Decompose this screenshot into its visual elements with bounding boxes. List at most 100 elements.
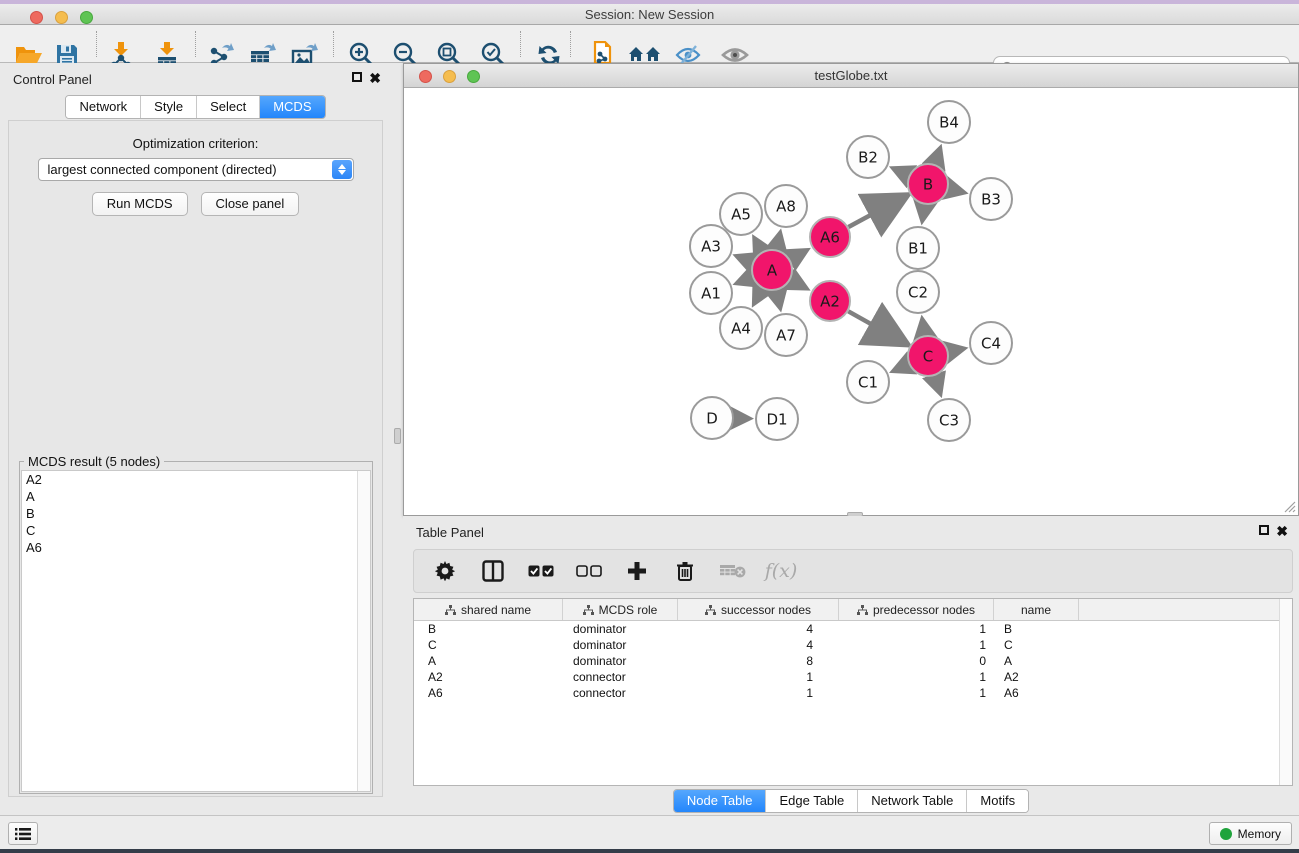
tab-network-table[interactable]: Network Table: [858, 790, 967, 812]
graph-node-B2[interactable]: B2: [847, 136, 889, 178]
apply-function-button[interactable]: f(x): [768, 558, 794, 584]
delete-table-button[interactable]: [720, 558, 746, 584]
graph-edge-C-C4[interactable]: [949, 349, 964, 352]
tab-select[interactable]: Select: [197, 96, 260, 118]
table-split-view-button[interactable]: [480, 558, 506, 584]
float-panel-button[interactable]: [352, 72, 362, 84]
select-all-columns-button[interactable]: [528, 558, 554, 584]
graph-edge-C-C3[interactable]: [935, 376, 941, 393]
cell-shared-name[interactable]: A2: [414, 670, 563, 684]
table-row[interactable]: A6connector11A6: [414, 685, 1292, 701]
graph-edge-A-A6[interactable]: [790, 250, 806, 259]
cell-MCDS-role[interactable]: dominator: [563, 638, 678, 652]
resize-grip-icon[interactable]: [1282, 499, 1296, 513]
column-header-shared-name[interactable]: shared name: [414, 599, 563, 620]
graph-edge-B-B3[interactable]: [948, 189, 963, 193]
graph-edge-C-C1[interactable]: [894, 364, 909, 371]
graph-node-C3[interactable]: C3: [928, 399, 970, 441]
graph-node-C2[interactable]: C2: [897, 271, 939, 313]
table-scrollbar[interactable]: [1279, 599, 1292, 785]
memory-button[interactable]: Memory: [1209, 822, 1292, 845]
graph-edge-A-A5[interactable]: [755, 238, 762, 251]
add-column-button[interactable]: [624, 558, 650, 584]
graph-edge-B-B1[interactable]: [922, 205, 924, 221]
column-header-successor-nodes[interactable]: successor nodes: [678, 599, 839, 620]
task-history-button[interactable]: [8, 822, 38, 845]
graph-node-A[interactable]: A: [752, 250, 792, 290]
cell-shared-name[interactable]: A6: [414, 686, 563, 700]
tab-motifs[interactable]: Motifs: [967, 790, 1028, 812]
mcds-list-scrollbar[interactable]: [357, 471, 370, 791]
graph-edge-A-A2[interactable]: [791, 280, 807, 288]
graph-node-B[interactable]: B: [908, 164, 948, 204]
cell-shared-name[interactable]: A: [414, 654, 563, 668]
cell-name[interactable]: B: [994, 622, 1079, 636]
panel-split-handle[interactable]: [394, 428, 401, 444]
graph-node-B3[interactable]: B3: [970, 178, 1012, 220]
close-panel-icon[interactable]: ✖: [369, 72, 381, 84]
table-row[interactable]: A2connector11A2: [414, 669, 1292, 685]
cell-name[interactable]: A6: [994, 686, 1079, 700]
graph-node-A1[interactable]: A1: [690, 272, 732, 314]
cell-MCDS-role[interactable]: dominator: [563, 654, 678, 668]
graph-edge-B-B4[interactable]: [935, 149, 940, 165]
tab-edge-table[interactable]: Edge Table: [766, 790, 858, 812]
graph-node-A5[interactable]: A5: [720, 193, 762, 235]
graph-edge-A-A1[interactable]: [737, 277, 752, 283]
cell-predecessor-nodes[interactable]: 1: [839, 638, 994, 652]
mcds-result-list[interactable]: A2ABCA6: [21, 470, 371, 792]
graph-edge-A-A8[interactable]: [776, 233, 780, 249]
graph-node-D1[interactable]: D1: [756, 398, 798, 440]
table-settings-button[interactable]: [432, 558, 458, 584]
mcds-result-item[interactable]: A6: [22, 539, 370, 556]
table-row[interactable]: Cdominator41C: [414, 637, 1292, 653]
cell-MCDS-role[interactable]: connector: [563, 670, 678, 684]
column-header-predecessor-nodes[interactable]: predecessor nodes: [839, 599, 994, 620]
close-panel-button[interactable]: Close panel: [201, 192, 300, 216]
optimization-criterion-select[interactable]: largest connected component (directed): [38, 158, 354, 181]
table-close-icon[interactable]: ✖: [1276, 525, 1288, 537]
cell-MCDS-role[interactable]: dominator: [563, 622, 678, 636]
graph-edge-B-B2[interactable]: [894, 168, 909, 175]
graph-edge-A-A3[interactable]: [737, 256, 752, 262]
graph-edge-A2-C[interactable]: [848, 311, 904, 343]
graph-edge-A-A7[interactable]: [776, 291, 780, 308]
table-row[interactable]: Adominator80A: [414, 653, 1292, 669]
table-row[interactable]: Bdominator41B: [414, 621, 1292, 637]
graph-node-D[interactable]: D: [691, 397, 733, 439]
cell-shared-name[interactable]: C: [414, 638, 563, 652]
graph-node-C4[interactable]: C4: [970, 322, 1012, 364]
graph-node-B4[interactable]: B4: [928, 101, 970, 143]
mcds-result-item[interactable]: A2: [22, 471, 370, 488]
cell-predecessor-nodes[interactable]: 1: [839, 686, 994, 700]
network-canvas[interactable]: B4B2BB3A5A8A6B1A3AC2A1A2A4A7C4CC1C3DD1: [404, 89, 1298, 515]
cell-successor-nodes[interactable]: 8: [678, 654, 839, 668]
cell-name[interactable]: A: [994, 654, 1079, 668]
graph-edge-C-C2[interactable]: [922, 320, 924, 336]
graph-node-A3[interactable]: A3: [690, 225, 732, 267]
tab-style[interactable]: Style: [141, 96, 197, 118]
tab-network[interactable]: Network: [66, 96, 141, 118]
tab-node-table[interactable]: Node Table: [674, 790, 767, 812]
table-float-button[interactable]: [1259, 525, 1269, 537]
graph-node-A2[interactable]: A2: [810, 281, 850, 321]
cell-name[interactable]: C: [994, 638, 1079, 652]
cell-successor-nodes[interactable]: 4: [678, 622, 839, 636]
cell-MCDS-role[interactable]: connector: [563, 686, 678, 700]
cell-predecessor-nodes[interactable]: 0: [839, 654, 994, 668]
graph-node-A6[interactable]: A6: [810, 217, 850, 257]
graph-edge-A-A4[interactable]: [754, 289, 762, 304]
mcds-result-item[interactable]: B: [22, 505, 370, 522]
graph-edge-A6-B[interactable]: [848, 197, 904, 227]
delete-column-button[interactable]: [672, 558, 698, 584]
deselect-all-columns-button[interactable]: [576, 558, 602, 584]
column-header-MCDS-role[interactable]: MCDS role: [563, 599, 678, 620]
tab-mcds[interactable]: MCDS: [260, 96, 324, 118]
cell-successor-nodes[interactable]: 4: [678, 638, 839, 652]
graph-node-A8[interactable]: A8: [765, 185, 807, 227]
mcds-result-item[interactable]: C: [22, 522, 370, 539]
run-mcds-button[interactable]: Run MCDS: [92, 192, 188, 216]
graph-node-C1[interactable]: C1: [847, 361, 889, 403]
mcds-result-item[interactable]: A: [22, 488, 370, 505]
graph-node-A4[interactable]: A4: [720, 307, 762, 349]
